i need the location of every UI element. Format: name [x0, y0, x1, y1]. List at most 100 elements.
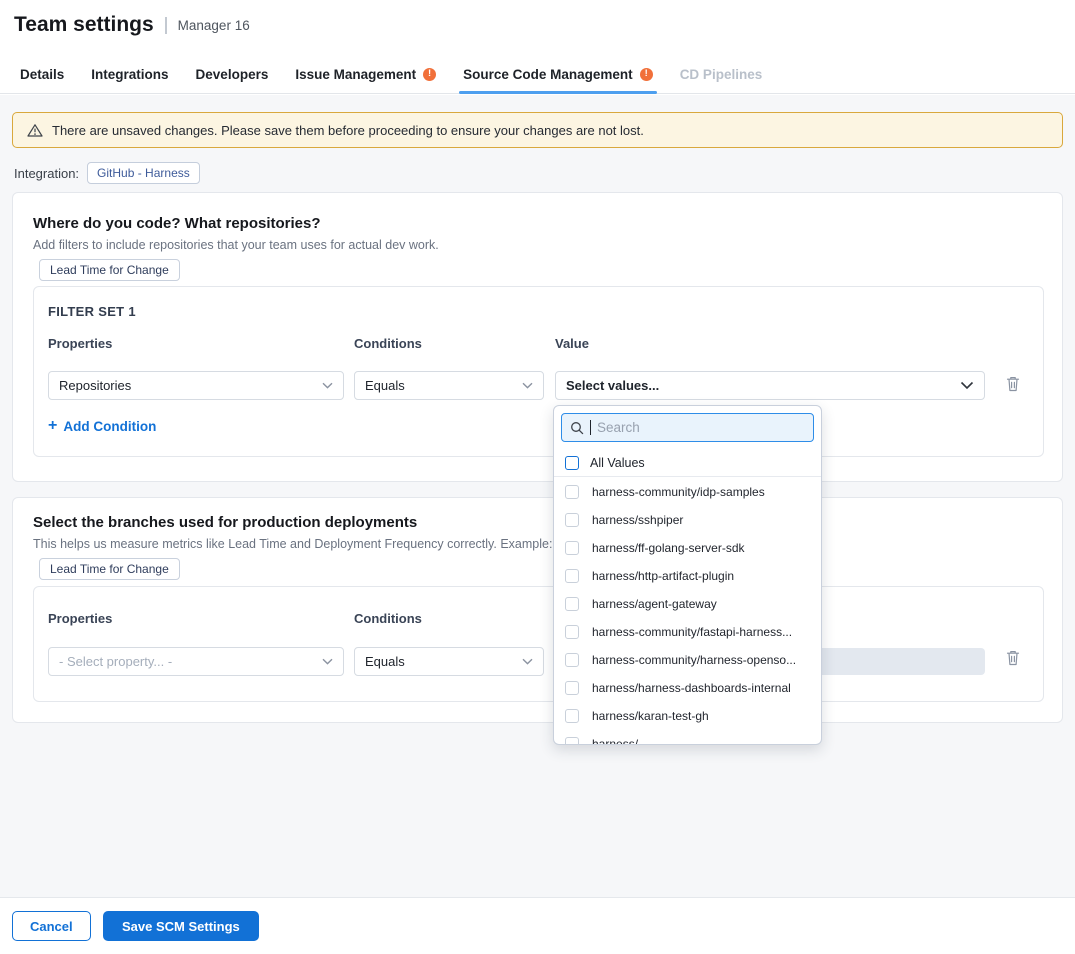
repo-option-label: harness/karan-test-gh — [592, 709, 709, 723]
warning-triangle-icon — [27, 123, 43, 138]
condition-select[interactable]: Equals — [354, 371, 544, 400]
property-select-value: Repositories — [59, 378, 131, 393]
branch-filter-box: Properties Conditions Value - Select pro… — [33, 586, 1044, 702]
repo-option[interactable]: harness/ff-golang-server-sdk — [554, 534, 821, 562]
banner-text: There are unsaved changes. Please save t… — [52, 123, 644, 138]
cancel-button[interactable]: Cancel — [12, 911, 91, 941]
condition-select[interactable]: Equals — [354, 647, 544, 676]
property-select[interactable]: Repositories — [48, 371, 344, 400]
repo-option[interactable]: harness/sshpiper — [554, 506, 821, 534]
dropdown-search-box[interactable] — [561, 413, 814, 442]
text-cursor — [590, 420, 591, 435]
all-values-option[interactable]: All Values — [554, 449, 821, 477]
team-name: Manager 16 — [178, 18, 250, 33]
value-dropdown-panel: All Values harness-community/idp-samples… — [553, 405, 822, 745]
tab[interactable]: Source Code Management ! — [463, 55, 653, 93]
chevron-down-icon — [322, 658, 333, 665]
tab-label: Developers — [196, 67, 269, 82]
value-multiselect[interactable]: Select values... — [555, 371, 985, 400]
checkbox[interactable] — [565, 625, 579, 639]
checkbox[interactable] — [565, 541, 579, 555]
repo-option[interactable]: harness/... — [554, 730, 821, 745]
tab[interactable]: Developers ! — [196, 55, 269, 93]
checkbox[interactable] — [565, 597, 579, 611]
unsaved-changes-banner: There are unsaved changes. Please save t… — [12, 112, 1063, 148]
repo-option-label: harness/... — [592, 737, 648, 745]
tab-label: Source Code Management — [463, 67, 633, 82]
tab[interactable]: Issue Management ! — [295, 55, 436, 93]
save-scm-settings-button[interactable]: Save SCM Settings — [103, 911, 259, 941]
repo-option[interactable]: harness/http-artifact-plugin — [554, 562, 821, 590]
checkbox[interactable] — [565, 456, 579, 470]
team-settings-page: Team settings Manager 16 Details ! Integ… — [0, 0, 1075, 954]
repo-option-label: harness/agent-gateway — [592, 597, 717, 611]
plus-icon: + — [48, 418, 57, 434]
checkbox[interactable] — [565, 709, 579, 723]
warning-badge-icon: ! — [423, 68, 436, 81]
integration-row: Integration: GitHub - Harness — [14, 162, 200, 184]
repository-options-list: harness-community/idp-samples harness/ss… — [554, 478, 821, 745]
condition-select-value: Equals — [365, 654, 405, 669]
chevron-down-icon — [522, 382, 533, 389]
checkbox[interactable] — [565, 681, 579, 695]
properties-column-label: Properties — [48, 611, 112, 626]
repositories-card-subtitle: Add filters to include repositories that… — [33, 238, 439, 252]
value-column-label: Value — [555, 336, 589, 351]
repo-option-label: harness-community/harness-openso... — [592, 653, 796, 667]
repo-option-label: harness/sshpiper — [592, 513, 683, 527]
footer-divider — [0, 897, 1075, 898]
checkbox[interactable] — [565, 737, 579, 745]
delete-filter-button[interactable] — [1005, 649, 1022, 667]
properties-column-label: Properties — [48, 336, 112, 351]
add-condition-button[interactable]: + Add Condition — [48, 418, 156, 434]
filter-set-1: FILTER SET 1 Properties Conditions Value… — [33, 286, 1044, 457]
repo-option[interactable]: harness/karan-test-gh — [554, 702, 821, 730]
repo-option[interactable]: harness-community/idp-samples — [554, 478, 821, 506]
checkbox[interactable] — [565, 653, 579, 667]
filter-set-title: FILTER SET 1 — [48, 304, 136, 319]
checkbox[interactable] — [565, 513, 579, 527]
tab[interactable]: Details ! — [20, 55, 64, 93]
search-icon — [570, 421, 584, 435]
condition-select-value: Equals — [365, 378, 405, 393]
repo-option-label: harness-community/idp-samples — [592, 485, 765, 499]
repo-option[interactable]: harness-community/fastapi-harness... — [554, 618, 821, 646]
integration-label: Integration: — [14, 166, 79, 181]
tab-label: Issue Management — [295, 67, 416, 82]
tab[interactable]: Integrations ! — [91, 55, 168, 93]
checkbox[interactable] — [565, 569, 579, 583]
delete-filter-button[interactable] — [1005, 375, 1022, 393]
repo-option-label: harness-community/fastapi-harness... — [592, 625, 792, 639]
repo-option-label: harness/harness-dashboards-internal — [592, 681, 791, 695]
conditions-column-label: Conditions — [354, 336, 422, 351]
property-select[interactable]: - Select property... - — [48, 647, 344, 676]
conditions-column-label: Conditions — [354, 611, 422, 626]
lead-time-chip: Lead Time for Change — [39, 558, 180, 580]
tab-label: Integrations — [91, 67, 168, 82]
repositories-card: Where do you code? What repositories? Ad… — [12, 192, 1063, 482]
warning-badge-icon: ! — [640, 68, 653, 81]
branches-card-subtitle: This helps us measure metrics like Lead … — [33, 537, 583, 551]
integration-chip[interactable]: GitHub - Harness — [87, 162, 200, 184]
all-values-label: All Values — [590, 456, 645, 470]
value-select-placeholder: Select values... — [566, 378, 659, 393]
page-header: Team settings Manager 16 — [14, 13, 250, 37]
repo-option-label: harness/http-artifact-plugin — [592, 569, 734, 583]
tab-label: CD Pipelines — [680, 67, 763, 82]
page-title: Team settings — [14, 13, 154, 37]
repo-option[interactable]: harness/harness-dashboards-internal — [554, 674, 821, 702]
chevron-down-icon — [960, 381, 974, 390]
property-select-placeholder: - Select property... - — [59, 654, 172, 669]
repo-option[interactable]: harness-community/harness-openso... — [554, 646, 821, 674]
tab-label: Details — [20, 67, 64, 82]
lead-time-chip: Lead Time for Change — [39, 259, 180, 281]
repo-option-label: harness/ff-golang-server-sdk — [592, 541, 745, 555]
title-divider — [165, 17, 167, 34]
branches-card-title: Select the branches used for production … — [33, 514, 417, 531]
chevron-down-icon — [322, 382, 333, 389]
checkbox[interactable] — [565, 485, 579, 499]
tab[interactable]: CD Pipelines ! — [680, 55, 763, 93]
repo-option[interactable]: harness/agent-gateway — [554, 590, 821, 618]
search-input[interactable] — [597, 420, 805, 435]
tab-bar: Details ! Integrations ! Developers ! Is… — [0, 55, 1075, 94]
